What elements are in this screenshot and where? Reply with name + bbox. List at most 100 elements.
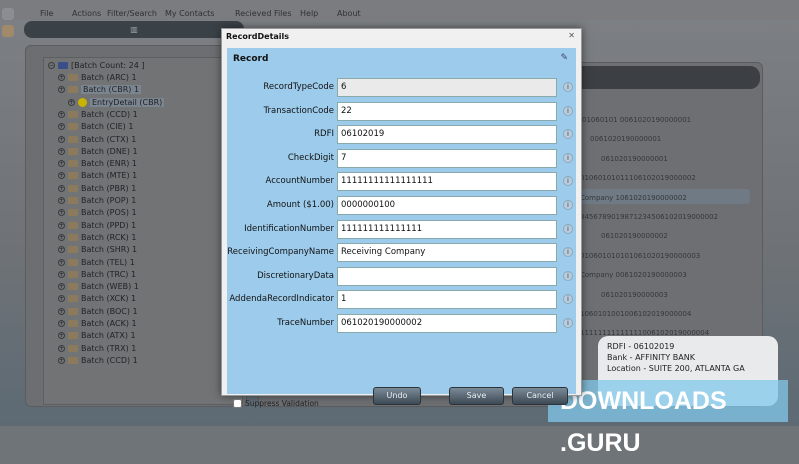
expand-icon[interactable]: + bbox=[58, 172, 65, 180]
record-row[interactable]: 3456789019871234506102019000002 bbox=[580, 213, 718, 221]
menu-actions[interactable]: Actions bbox=[72, 9, 101, 18]
record-row[interactable]: 0061020190000001 bbox=[590, 135, 661, 143]
expand-icon[interactable]: + bbox=[68, 98, 75, 106]
tree-item[interactable]: + Batch (DNE) 1 bbox=[58, 147, 138, 156]
record-row[interactable]: 061020190000002 bbox=[601, 232, 668, 240]
expand-icon[interactable]: + bbox=[58, 160, 65, 168]
tree-item[interactable]: + Batch (BOC) 1 bbox=[58, 307, 138, 316]
info-icon[interactable]: i bbox=[563, 247, 573, 258]
expand-icon[interactable]: + bbox=[58, 74, 65, 81]
menu-my-contacts[interactable]: My Contacts bbox=[165, 9, 214, 18]
expand-icon[interactable]: + bbox=[58, 295, 65, 303]
checkdigit-input[interactable]: 7 bbox=[337, 148, 557, 168]
tree-item[interactable]: + Batch (ARC) 1 bbox=[58, 73, 137, 82]
expand-icon[interactable]: + bbox=[58, 209, 65, 217]
discretionarydata-input[interactable] bbox=[337, 266, 557, 286]
tree-item[interactable]: + Batch (ENR) 1 bbox=[58, 159, 137, 168]
record-row[interactable]: 01060101011106102019000002 bbox=[580, 174, 696, 182]
record-row[interactable]: 1060101001006102019000004 bbox=[580, 310, 691, 318]
info-icon[interactable]: i bbox=[563, 152, 573, 163]
record-row[interactable]: 061020190000001 bbox=[601, 155, 668, 163]
collapse-icon[interactable]: − bbox=[48, 62, 55, 69]
tree-item[interactable]: + Batch (TRC) 1 bbox=[58, 270, 136, 279]
info-icon[interactable]: i bbox=[563, 82, 573, 92]
info-icon[interactable]: i bbox=[563, 318, 573, 328]
suppress-validation-checkbox[interactable]: Suppress Validation bbox=[233, 399, 319, 408]
tree-item[interactable]: + EntryDetail (CBR) bbox=[68, 97, 165, 107]
recordtypecode-input[interactable]: 6 bbox=[337, 78, 557, 97]
tree-item[interactable]: + Batch (CBR) 1 bbox=[58, 85, 142, 95]
info-icon[interactable]: i bbox=[563, 105, 573, 116]
expand-icon[interactable]: + bbox=[58, 110, 65, 118]
info-icon[interactable]: i bbox=[563, 200, 573, 210]
tree-item[interactable]: + Batch (CIE) 1 bbox=[58, 122, 133, 131]
tree-item[interactable]: + Batch (CTX) 1 bbox=[58, 135, 136, 144]
info-icon[interactable]: i bbox=[563, 129, 573, 140]
record-row[interactable]: 01060101 0061020190000001 bbox=[582, 116, 691, 124]
receivingcompanyname-input[interactable]: Receiving Company bbox=[337, 243, 557, 263]
tree-root[interactable]: − [Batch Count: 24 ] bbox=[48, 61, 145, 70]
contacts-icon[interactable] bbox=[2, 25, 14, 37]
menu-help[interactable]: Help bbox=[300, 9, 318, 18]
menu-file[interactable]: File bbox=[40, 9, 53, 18]
tree-item[interactable]: + Batch (SHR) 1 bbox=[58, 245, 137, 254]
tree-item[interactable]: + Batch (WEB) 1 bbox=[58, 282, 139, 291]
checkbox[interactable] bbox=[233, 399, 242, 408]
record-row[interactable]: 061020190000003 bbox=[601, 291, 668, 299]
expand-icon[interactable]: + bbox=[58, 147, 65, 155]
tree-item[interactable]: + Batch (RCK) 1 bbox=[58, 233, 136, 242]
tree-item[interactable]: + Batch (ATX) 1 bbox=[58, 331, 136, 340]
menu-filter-search[interactable]: Filter/Search bbox=[107, 9, 157, 18]
accountnumber-input[interactable]: 11111111111111111 bbox=[337, 172, 557, 192]
tree-item[interactable]: + Batch (TEL) 1 bbox=[58, 258, 135, 267]
amount-1-00-input[interactable]: 0000000100 bbox=[337, 196, 557, 215]
expand-icon[interactable]: + bbox=[58, 135, 65, 143]
expand-icon[interactable]: + bbox=[58, 246, 65, 254]
record-row[interactable]: 010601010101061020190000003 bbox=[580, 252, 700, 260]
cancel-button[interactable]: Cancel bbox=[512, 387, 568, 405]
tree-item[interactable]: + Batch (POS) 1 bbox=[58, 208, 137, 217]
menu-received-files[interactable]: Recieved Files bbox=[235, 9, 292, 18]
chart-icon[interactable]: ▥ bbox=[24, 21, 244, 38]
expand-icon[interactable]: + bbox=[58, 184, 65, 192]
tree-item[interactable]: + Batch (PBR) 1 bbox=[58, 184, 136, 193]
tree-item[interactable]: + Batch (XCK) 1 bbox=[58, 294, 136, 303]
expand-icon[interactable]: + bbox=[58, 344, 65, 352]
record-row[interactable]: Company 1061020190000002 bbox=[580, 194, 687, 202]
record-row[interactable]: Company 0061020190000003 bbox=[580, 271, 687, 279]
expand-icon[interactable]: + bbox=[58, 258, 65, 266]
expand-icon[interactable]: + bbox=[58, 356, 65, 364]
menu-about[interactable]: About bbox=[337, 9, 361, 18]
addendarecordindicator-input[interactable]: 1 bbox=[337, 290, 557, 310]
expand-icon[interactable]: + bbox=[58, 197, 65, 204]
tree-item[interactable]: + Batch (CCD) 1 bbox=[58, 356, 138, 365]
transactioncode-input[interactable]: 22 bbox=[337, 101, 557, 121]
expand-icon[interactable]: + bbox=[58, 332, 65, 340]
expand-icon[interactable]: + bbox=[58, 270, 65, 278]
expand-icon[interactable]: + bbox=[58, 233, 65, 241]
rdfi-input[interactable]: 06102019 bbox=[337, 125, 557, 145]
save-button[interactable]: Save bbox=[449, 387, 504, 405]
tracenumber-input[interactable]: 061020190000002 bbox=[337, 314, 557, 333]
info-icon[interactable]: i bbox=[563, 176, 573, 187]
info-icon[interactable]: i bbox=[563, 270, 573, 281]
expand-icon[interactable]: + bbox=[58, 123, 65, 131]
tree-item[interactable]: + Batch (POP) 1 bbox=[58, 196, 136, 205]
undo-button[interactable]: Undo bbox=[373, 387, 421, 405]
info-icon[interactable]: i bbox=[563, 294, 573, 305]
expand-icon[interactable]: + bbox=[58, 86, 65, 94]
tree-item[interactable]: + Batch (MTE) 1 bbox=[58, 171, 137, 180]
close-icon[interactable]: ✕ bbox=[568, 31, 575, 40]
info-icon[interactable]: i bbox=[563, 223, 573, 234]
expand-icon[interactable]: + bbox=[58, 307, 65, 315]
identificationnumber-input[interactable]: 111111111111111 bbox=[337, 219, 557, 239]
edit-pencil-icon[interactable]: ✎ bbox=[560, 53, 568, 63]
home-icon[interactable] bbox=[2, 8, 14, 20]
tree-item[interactable]: + Batch (CCD) 1 bbox=[58, 110, 138, 119]
expand-icon[interactable]: + bbox=[58, 320, 65, 327]
expand-icon[interactable]: + bbox=[58, 283, 65, 291]
tree-item[interactable]: + Batch (TRX) 1 bbox=[58, 344, 136, 353]
expand-icon[interactable]: + bbox=[58, 221, 65, 229]
tree-item[interactable]: + Batch (ACK) 1 bbox=[58, 319, 137, 328]
tree-item[interactable]: + Batch (PPD) 1 bbox=[58, 221, 136, 230]
